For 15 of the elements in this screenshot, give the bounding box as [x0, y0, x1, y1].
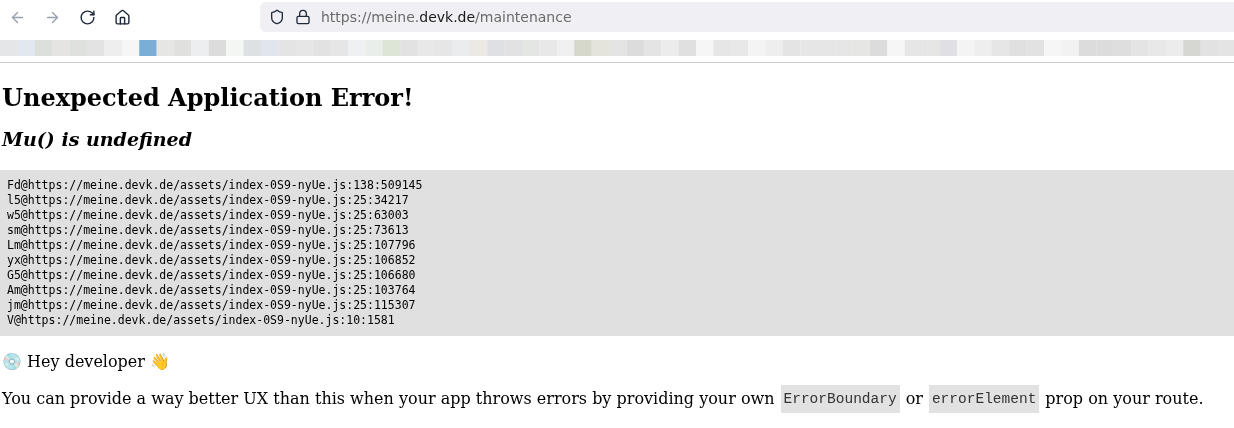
reload-icon[interactable] [79, 8, 96, 26]
shield-icon[interactable] [269, 9, 285, 25]
url-text: https://meine.devk.de/maintenance [321, 7, 572, 27]
hint-text: or [905, 388, 923, 410]
hint-text: You can provide a way better UX than this when your app throws errors by providing your own [2, 388, 775, 410]
lock-icon[interactable] [295, 9, 311, 25]
code-snippet: errorElement [928, 385, 1040, 413]
error-title: Unexpected Application Error! [2, 83, 415, 113]
home-icon[interactable] [114, 8, 131, 26]
address-bar[interactable]: https://meine.devk.de/maintenance [260, 2, 1234, 32]
greeting-text: 💿 Hey developer 👋 [2, 351, 172, 373]
stack-trace: Fd@https://meine.devk.de/assets/index-0S9-nyUe.js:138:509145 l5@https://meine.devk.de/assets/index-0S9-nyUe.js:25:34217 w5@https://meine.devk.de/assets/index-0S9-nyUe.js:25:63003 sm@https://meine.devk.de/assets/index-0S9-nyUe.js:25:73613 Lm@https://meine.devk.de/assets/index-0S9-nyUe.js:25:107796 yx@https://meine.devk.de/assets/index-0S9-nyUe.js:25:106852 G5@https://meine.devk.de/assets/index-0S9-nyUe.js:25:106680 Am@https://meine.devk.de/assets/index-0S9-nyUe.js:25:103764 jm@https://meine.devk.de/assets/index-0S9-nyUe.js:25:115307 V@https://meine.devk.de/assets/index-0S9-nyUe.js:10:1581 [0, 170, 1234, 336]
code-snippet: ErrorBoundary [780, 385, 900, 413]
hint-text: prop on your route. [1045, 388, 1204, 410]
error-message: Mu() is undefined [2, 127, 193, 151]
